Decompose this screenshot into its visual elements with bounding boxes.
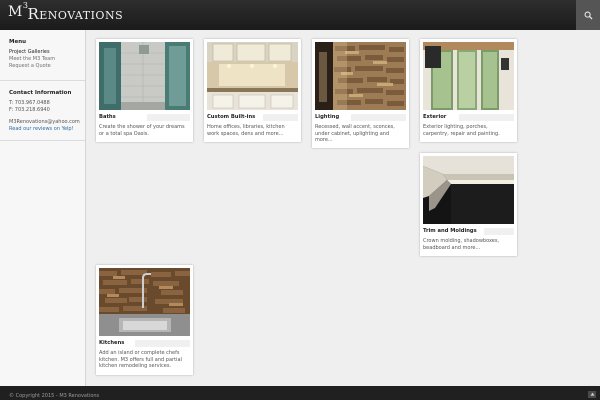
kitchens-title-bar bbox=[135, 340, 190, 347]
baths-title: Baths bbox=[99, 114, 116, 120]
contact-phone: T: 703.967.0488 bbox=[9, 100, 50, 106]
nav-project-galleries[interactable]: Project Galleries bbox=[9, 49, 85, 56]
gallery-card-baths[interactable]: Baths Create the shower of your dreams o… bbox=[96, 39, 193, 142]
baths-title-bar bbox=[147, 114, 190, 121]
sidebar: Menu Project Galleries Meet the M3 Team … bbox=[0, 30, 86, 386]
contact-heading: Contact Information bbox=[9, 90, 72, 96]
exterior-title: Exterior bbox=[423, 114, 447, 120]
logo-m: M bbox=[8, 4, 23, 20]
search-icon bbox=[584, 11, 593, 20]
back-to-top-button[interactable] bbox=[588, 391, 596, 398]
custom-built-ins-thumbnail bbox=[207, 42, 298, 110]
trim-and-moldings-thumbnail bbox=[423, 156, 514, 224]
kitchens-description: Add an island or complete chefs kitchen.… bbox=[99, 350, 182, 370]
gallery-card-exterior[interactable]: Exterior Exterior lighting, porches, car… bbox=[420, 39, 517, 142]
sidebar-menu-section: Menu Project Galleries Meet the M3 Team … bbox=[0, 30, 85, 81]
lighting-title-bar bbox=[351, 114, 406, 121]
site-header: M3Renovations bbox=[0, 0, 600, 30]
arrow-up-icon bbox=[590, 392, 594, 396]
menu-heading: Menu bbox=[9, 39, 27, 45]
custom-built-ins-title-bar bbox=[263, 114, 298, 121]
gallery-card-custom-built-ins[interactable]: Custom Built-ins Home offices, libraries… bbox=[204, 39, 301, 142]
exterior-thumbnail bbox=[423, 42, 514, 110]
custom-built-ins-title: Custom Built-ins bbox=[207, 114, 256, 120]
site-logo[interactable]: M3Renovations bbox=[8, 1, 124, 23]
trim-and-moldings-description: Crown molding, shadowboxes, beadboard an… bbox=[423, 238, 500, 251]
yelp-reviews-link[interactable]: Read our reviews on Yelp! bbox=[9, 126, 85, 133]
custom-built-ins-description: Home offices, libraries, kitchen work sp… bbox=[207, 124, 285, 137]
lighting-description: Recessed, wall accent, sconces, under ca… bbox=[315, 124, 395, 144]
lighting-thumbnail bbox=[315, 42, 406, 110]
nav-meet-team[interactable]: Meet the M3 Team bbox=[9, 56, 85, 63]
kitchens-title: Kitchens bbox=[99, 340, 125, 346]
gallery-card-kitchens[interactable]: Kitchens Add an island or complete chefs… bbox=[96, 265, 193, 375]
site-footer: © Copyright 2015 - M3 Renovations bbox=[0, 386, 600, 400]
nav-request-quote[interactable]: Request a Quote bbox=[9, 63, 85, 70]
contact-email[interactable]: M3Renovations@yahoo.com bbox=[9, 119, 85, 126]
search-button[interactable] bbox=[576, 0, 600, 30]
kitchens-thumbnail bbox=[99, 268, 190, 336]
gallery-card-lighting[interactable]: Lighting Recessed, wall accent, sconces,… bbox=[312, 39, 409, 148]
contact-fax: F: 703.218.6940 bbox=[9, 107, 50, 113]
exterior-title-bar bbox=[459, 114, 514, 121]
baths-description: Create the shower of your dreams or a to… bbox=[99, 124, 185, 137]
sidebar-contact-section: Contact Information T: 703.967.0488 F: 7… bbox=[0, 81, 85, 141]
trim-and-moldings-title: Trim and Moldings bbox=[423, 228, 477, 234]
trim-and-moldings-title-bar bbox=[484, 228, 514, 235]
footer-copyright: © Copyright 2015 - M3 Renovations bbox=[9, 393, 100, 399]
lighting-title: Lighting bbox=[315, 114, 340, 120]
baths-thumbnail bbox=[99, 42, 190, 110]
exterior-description: Exterior lighting, porches, carpentry, r… bbox=[423, 124, 500, 137]
logo-renovations: Renovations bbox=[27, 5, 124, 23]
gallery-card-trim-and-moldings[interactable]: Trim and Moldings Crown molding, shadowb… bbox=[420, 153, 517, 256]
